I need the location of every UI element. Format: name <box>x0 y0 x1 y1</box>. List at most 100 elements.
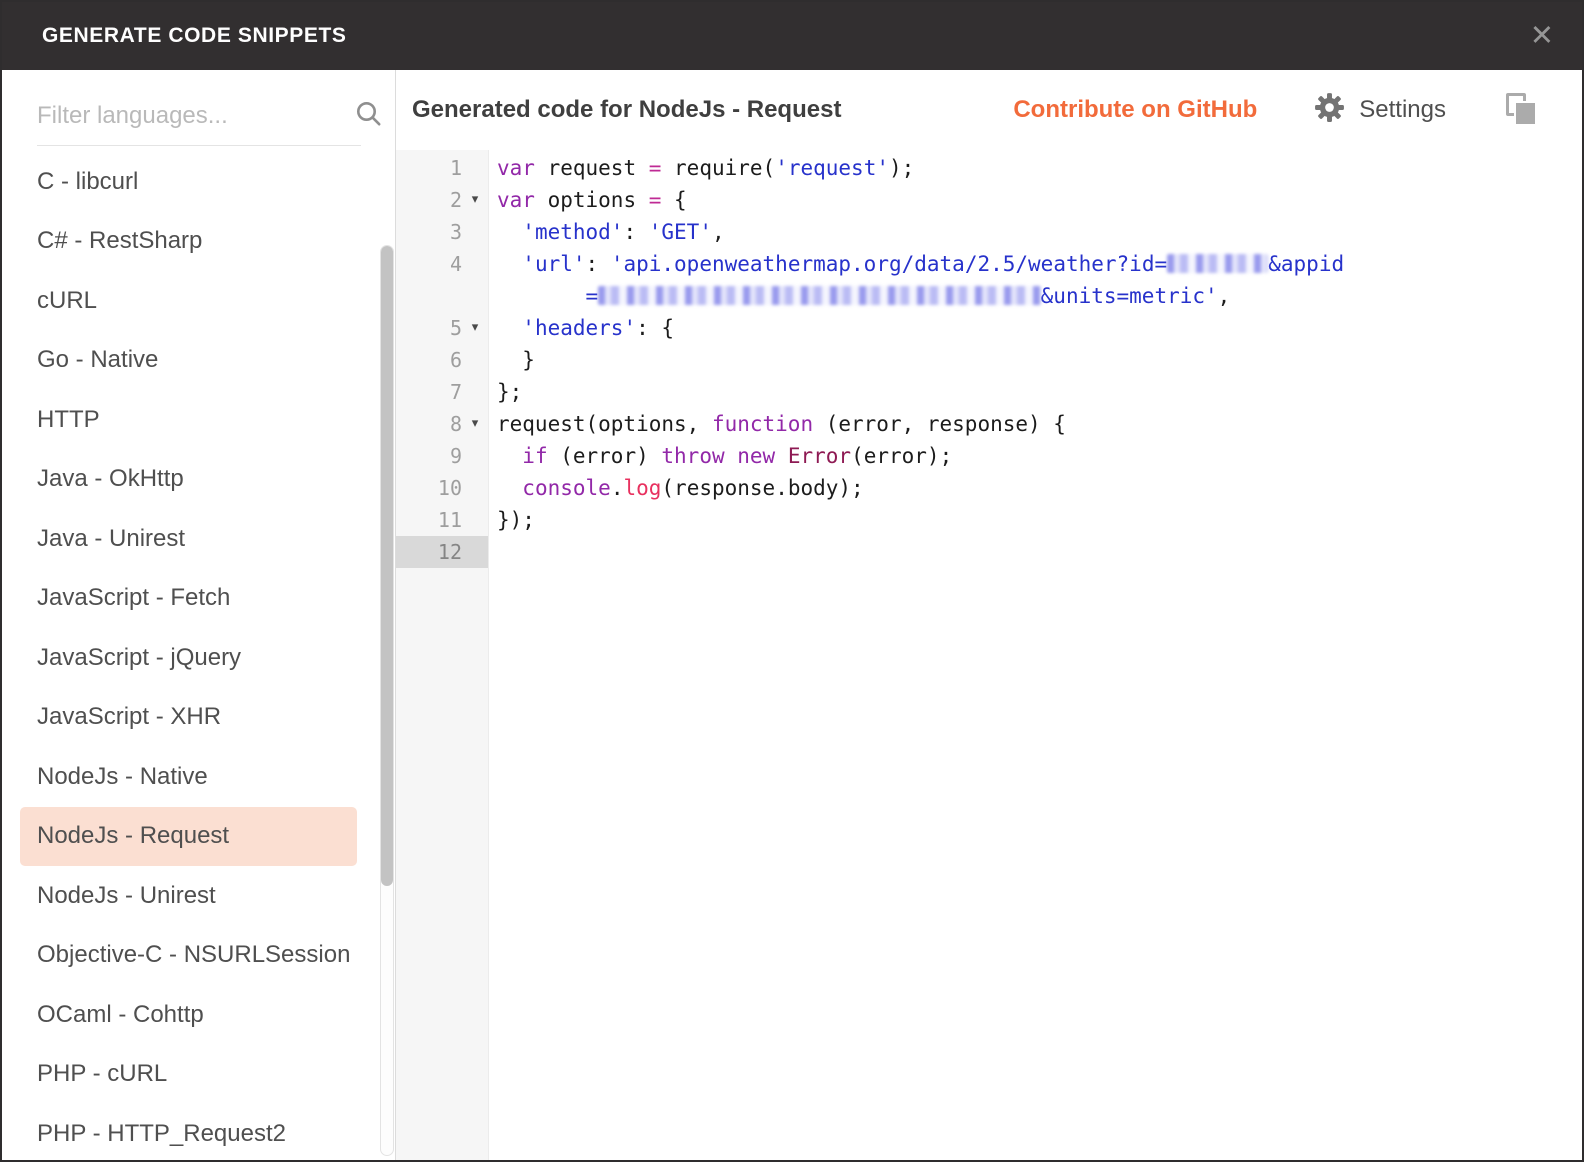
code-token <box>497 476 522 500</box>
code-line-4[interactable]: 4 'url': 'api.openweathermap.org/data/2.… <box>396 248 1582 312</box>
code-token: function <box>712 412 813 436</box>
code-token: var <box>497 156 535 180</box>
sidebar-item-curl[interactable]: cURL <box>2 271 395 331</box>
code-token <box>775 444 788 468</box>
code-line-3[interactable]: 3 'method': 'GET', <box>396 216 1582 248</box>
gutter-line-7: 7 <box>396 376 488 408</box>
gutter-line-3: 3 <box>396 216 488 248</box>
sidebar-scrollbar-thumb[interactable] <box>381 246 393 886</box>
fold-spacer <box>462 536 488 568</box>
redacted-text <box>598 286 1041 305</box>
sidebar-item-label: JavaScript - XHR <box>37 703 221 731</box>
code-token: 'api.openweathermap.org/data/2.5/weather… <box>611 252 1167 276</box>
code-text: if (error) throw new Error(error); <box>488 440 1582 472</box>
code-token: (error); <box>851 444 952 468</box>
code-text: }); <box>488 504 1582 536</box>
code-token: Error <box>788 444 851 468</box>
code-token: options <box>535 188 649 212</box>
code-line-6[interactable]: 6 } <box>396 344 1582 376</box>
code-line-5[interactable]: 5▾ 'headers': { <box>396 312 1582 344</box>
code-token: (error, response) { <box>813 412 1066 436</box>
sidebar-item-label: OCaml - Cohttp <box>37 1001 204 1029</box>
settings-button[interactable]: Settings <box>1313 91 1446 129</box>
code-panel: Generated code for NodeJs - Request Cont… <box>396 70 1582 1160</box>
code-token: &units=metric' <box>1041 284 1218 308</box>
code-token: . <box>611 476 624 500</box>
filter-languages-input[interactable] <box>37 102 347 130</box>
code-line-9[interactable]: 9 if (error) throw new Error(error); <box>396 440 1582 472</box>
code-text: } <box>488 344 1582 376</box>
code-token: = <box>497 284 598 308</box>
fold-spacer <box>462 376 488 408</box>
sidebar-item-go-native[interactable]: Go - Native <box>2 331 395 391</box>
code-token: new <box>737 444 775 468</box>
sidebar-item-javascript-fetch[interactable]: JavaScript - Fetch <box>2 569 395 629</box>
line-number: 3 <box>450 216 462 248</box>
sidebar-item-label: Go - Native <box>37 346 158 374</box>
code-text: 'method': 'GET', <box>488 216 1582 248</box>
line-number: 9 <box>450 440 462 472</box>
code-line-11[interactable]: 11}); <box>396 504 1582 536</box>
sidebar-item-http[interactable]: HTTP <box>2 390 395 450</box>
fold-arrow-icon[interactable]: ▾ <box>462 312 488 344</box>
fold-spacer <box>462 504 488 536</box>
code-token <box>497 316 522 340</box>
contribute-on-github-link[interactable]: Contribute on GitHub <box>1013 96 1257 124</box>
sidebar-item-label: C - libcurl <box>37 168 138 196</box>
sidebar-item-java-okhttp[interactable]: Java - OkHttp <box>2 450 395 510</box>
code-line-12[interactable]: 12 <box>396 536 1582 568</box>
code-line-2[interactable]: 2▾var options = { <box>396 184 1582 216</box>
line-number: 7 <box>450 376 462 408</box>
sidebar-item-ocaml-cohttp[interactable]: OCaml - Cohttp <box>2 985 395 1045</box>
search-icon <box>355 100 382 132</box>
code-token: ); <box>889 156 914 180</box>
sidebar-item-nodejs-unirest[interactable]: NodeJs - Unirest <box>2 866 395 926</box>
gutter-line-8: 8▾ <box>396 408 488 440</box>
fold-spacer <box>462 152 488 184</box>
sidebar-item-php-http-request2[interactable]: PHP - HTTP_Request2 <box>2 1104 395 1160</box>
code-token: : <box>586 252 611 276</box>
sidebar-item-nodejs-native[interactable]: NodeJs - Native <box>2 747 395 807</box>
code-token: = <box>649 188 662 212</box>
fold-spacer <box>462 344 488 376</box>
sidebar-item-java-unirest[interactable]: Java - Unirest <box>2 509 395 569</box>
code-token: = <box>649 156 662 180</box>
code-text: console.log(response.body); <box>488 472 1582 504</box>
code-token: } <box>497 348 535 372</box>
code-line-7[interactable]: 7}; <box>396 376 1582 408</box>
gutter-line-5: 5▾ <box>396 312 488 344</box>
code-token: , <box>1218 284 1231 308</box>
sidebar-item-label: JavaScript - jQuery <box>37 644 241 672</box>
line-number: 12 <box>438 536 462 568</box>
sidebar-item-javascript-jquery[interactable]: JavaScript - jQuery <box>2 628 395 688</box>
code-text: var options = { <box>488 184 1582 216</box>
code-token: 'headers' <box>522 316 636 340</box>
code-token: 'method' <box>522 220 623 244</box>
sidebar-item-objective-c-nsurlsession[interactable]: Objective-C - NSURLSession <box>2 926 395 986</box>
sidebar-item-c-libcurl[interactable]: C - libcurl <box>2 152 395 212</box>
generate-code-dialog: GENERATE CODE SNIPPETS ✕ C - libcurl C# -… <box>0 0 1584 1162</box>
sidebar-item-label: PHP - HTTP_Request2 <box>37 1120 286 1148</box>
code-line-10[interactable]: 10 console.log(response.body); <box>396 472 1582 504</box>
code-editor[interactable]: 1var request = require('request');2▾var … <box>396 150 1582 1160</box>
sidebar-scrollbar-track[interactable] <box>380 245 394 1156</box>
code-token: throw <box>661 444 724 468</box>
code-token: var <box>497 188 535 212</box>
line-number: 1 <box>450 152 462 184</box>
line-number: 5 <box>450 312 462 344</box>
sidebar-item-nodejs-request[interactable]: NodeJs - Request <box>20 807 357 867</box>
sidebar-item-label: HTTP <box>37 406 100 434</box>
code-line-1[interactable]: 1var request = require('request'); <box>396 152 1582 184</box>
close-icon[interactable]: ✕ <box>1530 22 1554 51</box>
code-token: : <box>623 220 648 244</box>
sidebar-item-php-curl[interactable]: PHP - cURL <box>2 1045 395 1105</box>
sidebar-item-c-restsharp[interactable]: C# - RestSharp <box>2 212 395 272</box>
dialog-titlebar: GENERATE CODE SNIPPETS ✕ <box>2 2 1582 70</box>
code-token: (response.body); <box>661 476 863 500</box>
fold-arrow-icon[interactable]: ▾ <box>462 184 488 216</box>
copy-code-button[interactable] <box>1506 93 1538 127</box>
code-line-8[interactable]: 8▾request(options, function (error, resp… <box>396 408 1582 440</box>
fold-arrow-icon[interactable]: ▾ <box>462 408 488 440</box>
sidebar-item-javascript-xhr[interactable]: JavaScript - XHR <box>2 688 395 748</box>
gutter-line-11: 11 <box>396 504 488 536</box>
